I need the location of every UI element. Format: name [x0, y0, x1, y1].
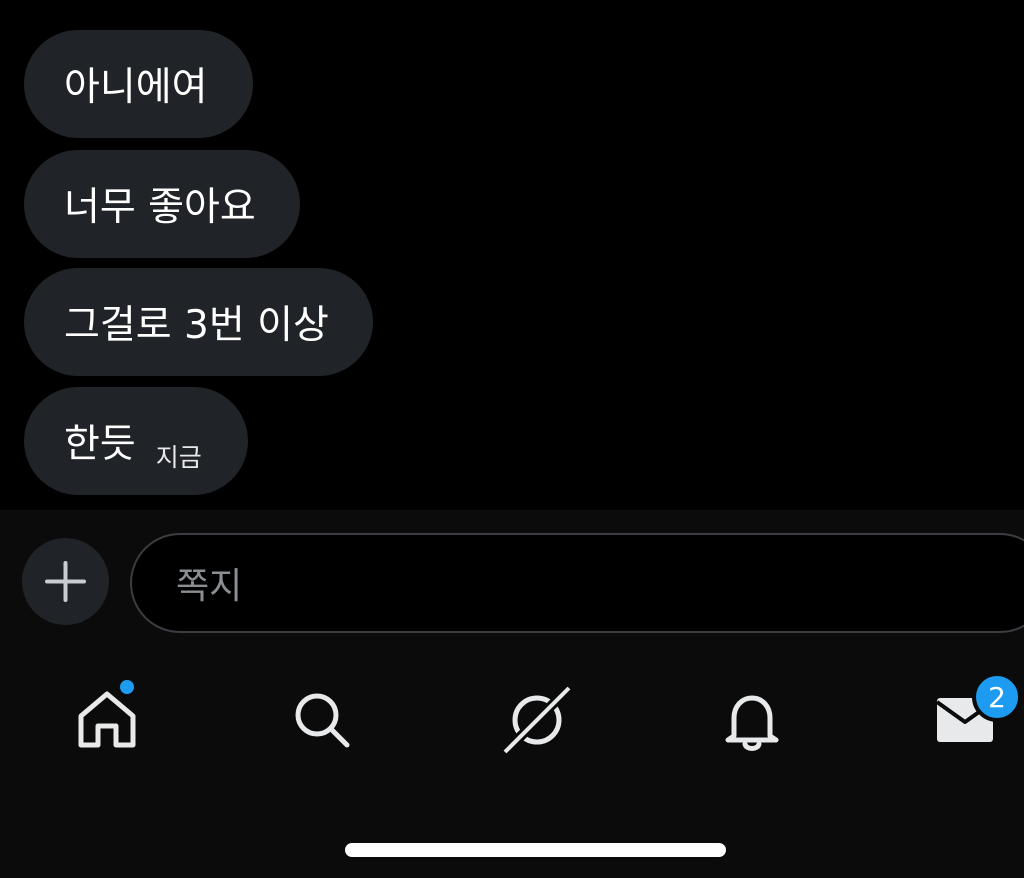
message-text: 한듯	[64, 422, 136, 467]
bell-icon	[725, 695, 779, 751]
message-bubble[interactable]: 아니에여	[24, 30, 253, 138]
message-text: 너무 좋아요	[64, 185, 256, 230]
message-bubble[interactable]: 너무 좋아요	[24, 150, 300, 258]
dm-screen: 아니에여 너무 좋아요 그걸로 3번 이상 한듯 지금 쪽지 2	[0, 0, 1024, 878]
home-unread-dot	[117, 677, 137, 697]
home-indicator[interactable]	[345, 843, 726, 857]
add-media-button[interactable]	[22, 538, 109, 625]
tab-notifications[interactable]	[712, 680, 792, 760]
tab-grok[interactable]	[497, 680, 577, 760]
message-text: 그걸로 3번 이상	[64, 303, 329, 348]
plus-icon	[45, 561, 86, 602]
message-bubble[interactable]: 한듯 지금	[24, 387, 248, 495]
message-text: 아니에여	[64, 65, 208, 110]
message-bubble[interactable]: 그걸로 3번 이상	[24, 268, 373, 376]
messages-unread-badge: 2	[972, 672, 1022, 722]
search-icon	[295, 693, 350, 748]
message-input-placeholder: 쪽지	[176, 566, 243, 607]
grok-icon	[501, 684, 573, 756]
tab-search[interactable]	[281, 680, 361, 760]
message-input[interactable]: 쪽지	[130, 533, 1024, 633]
message-timestamp: 지금	[155, 443, 202, 472]
